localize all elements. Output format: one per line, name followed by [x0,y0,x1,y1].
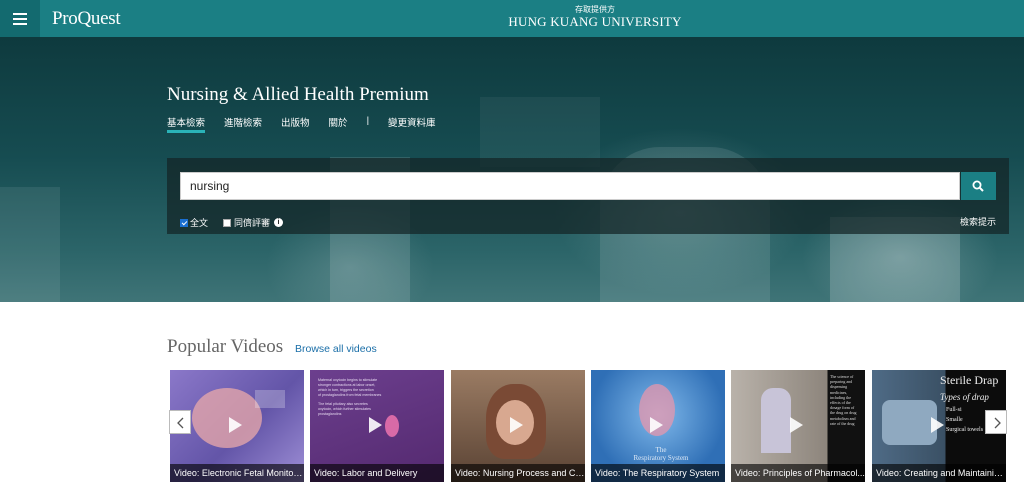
video-caption: Video: The Respiratory System [591,464,725,482]
video-caption: Video: Labor and Delivery [310,464,444,482]
info-icon[interactable]: i [274,218,284,227]
hamburger-icon-line [13,23,27,25]
play-icon [931,417,944,433]
top-bar: ProQuest 存取提供方 HUNG KUANG UNIVERSITY [0,0,1024,37]
institution-name: HUNG KUANG UNIVERSITY [508,14,682,29]
search-tips-link[interactable]: 檢索提示 [960,215,996,228]
search-button[interactable] [961,172,996,200]
search-tabs: 基本檢索 進階檢索 出版物 關於 | 變更資料庫 [167,115,455,133]
background-photo-shape [0,187,60,302]
database-title: Nursing & Allied Health Premium [167,84,429,105]
play-icon [510,417,523,433]
search-panel: nursing 全文 同儕評審 i 檢索提示 [167,158,1009,234]
play-icon [650,417,663,433]
hamburger-icon-line [13,18,27,20]
thumbnail-text: Maternal oxytocin begins to stimulate str… [318,378,382,416]
fulltext-option[interactable]: 全文 [180,216,208,229]
peer-review-label: 同儕評審 [234,218,271,228]
play-icon [790,417,803,433]
tab-advanced-search[interactable]: 進階檢索 [224,115,262,133]
chevron-left-icon [177,417,184,429]
thumbnail-figure [192,388,262,448]
browse-all-videos-link[interactable]: Browse all videos [295,343,377,355]
thumbnail-figure [882,400,937,445]
thumbnail-figure [385,415,399,437]
tab-about[interactable]: 關於 [329,115,348,133]
video-caption: Video: Nursing Process and Cri... [451,464,585,482]
video-caption: Video: Principles of Pharmacol... [731,464,865,482]
hero-banner: Nursing & Allied Health Premium 基本檢索 進階檢… [0,37,1024,302]
search-input[interactable]: nursing [180,172,960,200]
search-icon [972,180,984,192]
thumbnail-figure [255,390,285,408]
thumbnail-figure [761,388,791,453]
thumbnail-text: The science of preparing and dispensing med… [830,374,857,426]
carousel-prev-button[interactable] [169,410,191,434]
institution-subtitle: 存取提供方 [575,5,615,14]
fulltext-checkbox[interactable] [180,218,188,227]
change-database-link[interactable]: 變更資料庫 [388,115,436,133]
institution-banner: 存取提供方 HUNG KUANG UNIVERSITY [450,5,740,29]
fulltext-label: 全文 [190,218,209,228]
video-card[interactable]: Video: Nursing Process and Cri... [451,370,585,482]
carousel-next-button[interactable] [985,410,1007,434]
video-caption: Video: Creating and Maintainin... [872,464,1006,482]
video-card[interactable]: Maternal oxytocin begins to stimulate str… [310,370,444,482]
background-photo-shape [480,97,600,167]
video-card[interactable]: The science of preparing and dispensing med… [731,370,865,482]
play-icon [229,417,242,433]
popular-videos-heading: Popular Videos [167,336,284,357]
thumbnail-text: The Respiratory System [633,446,689,462]
play-icon [369,417,382,433]
video-carousel: Video: Electronic Fetal Monitori... Mate… [170,370,1010,482]
hamburger-menu-button[interactable] [0,0,40,37]
hamburger-icon-line [13,13,27,15]
chevron-right-icon [994,417,1001,429]
video-card[interactable]: The Respiratory System Video: The Respira… [591,370,725,482]
proquest-logo[interactable]: ProQuest [52,8,121,30]
tab-publications[interactable]: 出版物 [281,115,310,133]
tab-separator: | [366,115,370,126]
peer-review-checkbox[interactable] [223,218,231,227]
peer-review-option[interactable]: 同儕評審 i [223,216,284,229]
video-caption: Video: Electronic Fetal Monitori... [170,464,304,482]
tab-basic-search[interactable]: 基本檢索 [167,115,206,133]
